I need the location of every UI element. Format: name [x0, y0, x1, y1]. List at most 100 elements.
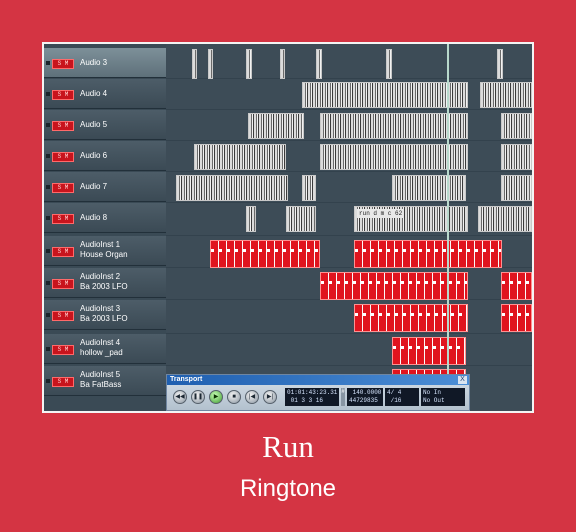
mute-solo-button[interactable]: S M	[52, 59, 74, 69]
track-name: AudioInst 2 Ba 2003 LFO	[80, 272, 128, 291]
track-name: Audio 7	[80, 182, 108, 191]
ringtone-title: Run	[262, 429, 314, 464]
mute-solo-button[interactable]: S M	[52, 279, 74, 289]
track-list: S M Audio 3 S M Audio 4 S M Audio 5 S M …	[44, 44, 166, 411]
audio-clip[interactable]	[478, 206, 532, 232]
track-name: Audio 8	[80, 213, 108, 222]
track-name: AudioInst 1 House Organ	[80, 240, 128, 259]
clip-label: run d m c 62	[357, 209, 405, 218]
audio-clip[interactable]	[302, 175, 316, 201]
audio-clip[interactable]	[280, 49, 285, 79]
audio-clip[interactable]	[320, 113, 468, 139]
grip-icon[interactable]	[46, 61, 50, 65]
track-audioinst-4[interactable]: S M AudioInst 4 hollow _pad	[44, 334, 166, 364]
playback-cursor[interactable]	[447, 44, 449, 411]
instrument-clip[interactable]	[354, 304, 468, 332]
mute-solo-button[interactable]: S M	[52, 183, 74, 193]
audio-clip[interactable]: run d m c 62	[354, 206, 468, 232]
mute-solo-button[interactable]: S M	[52, 345, 74, 355]
grip-icon[interactable]	[46, 216, 50, 220]
lane-divider	[166, 171, 532, 172]
tempo-display[interactable]: 140.0000 44729835	[347, 388, 383, 406]
sync-status: No In No Out	[421, 388, 465, 406]
mute-solo-button[interactable]: S M	[52, 311, 74, 321]
mute-solo-button[interactable]: S M	[52, 121, 74, 131]
transport-title: Transport	[167, 375, 469, 385]
audio-clip[interactable]	[392, 175, 466, 201]
grip-icon[interactable]	[46, 347, 50, 351]
track-audioinst-2[interactable]: S M AudioInst 2 Ba 2003 LFO	[44, 268, 166, 298]
track-name: Audio 3	[80, 58, 108, 67]
time-display[interactable]: 01:01:43:23.31 01 3 3 16	[285, 388, 339, 406]
audio-clip[interactable]	[194, 144, 286, 170]
audio-clip[interactable]	[497, 49, 503, 79]
audio-clip[interactable]	[192, 49, 197, 79]
mute-solo-button[interactable]: S M	[52, 214, 74, 224]
lane-divider	[166, 365, 532, 366]
audio-clip[interactable]	[316, 49, 322, 79]
grip-icon[interactable]	[46, 185, 50, 189]
track-audio-7[interactable]: S M Audio 7	[44, 172, 166, 202]
audio-clip[interactable]	[386, 49, 392, 79]
track-audio-3[interactable]: S M Audio 3	[44, 48, 166, 78]
instrument-clip[interactable]	[210, 240, 320, 268]
track-name: Audio 5	[80, 120, 108, 129]
track-name: Audio 6	[80, 151, 108, 160]
play-button[interactable]: ▶	[209, 390, 223, 404]
grip-icon[interactable]	[46, 123, 50, 127]
screenshot-frame: S M Audio 3 S M Audio 4 S M Audio 5 S M …	[42, 42, 534, 413]
close-button[interactable]: X	[458, 376, 467, 384]
track-audio-6[interactable]: S M Audio 6	[44, 141, 166, 171]
mute-solo-button[interactable]: S M	[52, 377, 74, 387]
mute-solo-button[interactable]: S M	[52, 152, 74, 162]
instrument-clip[interactable]	[501, 304, 532, 332]
lane-divider	[166, 235, 532, 236]
audio-clip[interactable]	[501, 175, 532, 201]
track-audio-5[interactable]: S M Audio 5	[44, 110, 166, 140]
lane-divider	[166, 140, 532, 141]
audio-clip[interactable]	[501, 144, 532, 170]
lane-divider	[166, 78, 532, 79]
track-audio-4[interactable]: S M Audio 4	[44, 79, 166, 109]
audio-clip[interactable]	[302, 82, 468, 108]
next-button[interactable]: ▶|	[263, 390, 277, 404]
audio-clip[interactable]	[246, 206, 256, 232]
grip-icon[interactable]	[46, 249, 50, 253]
arrangement-area[interactable]: run d m c 62	[166, 44, 532, 411]
track-audioinst-3[interactable]: S M AudioInst 3 Ba 2003 LFO	[44, 300, 166, 330]
audio-clip[interactable]	[286, 206, 316, 232]
grip-icon[interactable]	[46, 379, 50, 383]
lane-divider	[166, 202, 532, 203]
audio-clip[interactable]	[320, 144, 468, 170]
instrument-clip[interactable]	[392, 337, 466, 365]
instrument-clip[interactable]	[354, 240, 502, 268]
pause-button[interactable]: ❚❚	[191, 390, 205, 404]
track-name: Audio 4	[80, 89, 108, 98]
grip-icon[interactable]	[46, 154, 50, 158]
signature-display[interactable]: 4/ 4 /16	[385, 388, 419, 406]
track-audioinst-5[interactable]: S M AudioInst 5 Ba FatBass	[44, 366, 166, 396]
previous-button[interactable]: |◀	[245, 390, 259, 404]
audio-clip[interactable]	[480, 82, 532, 108]
tempo-toggle[interactable]: #	[341, 388, 345, 406]
stop-button[interactable]: ■	[227, 390, 241, 404]
grip-icon[interactable]	[46, 92, 50, 96]
instrument-clip[interactable]	[320, 272, 468, 300]
track-name: AudioInst 3 Ba 2003 LFO	[80, 304, 128, 323]
rewind-button[interactable]: ◀◀	[173, 390, 187, 404]
audio-clip[interactable]	[246, 49, 252, 79]
audio-clip[interactable]	[176, 175, 288, 201]
audio-clip[interactable]	[208, 49, 213, 79]
track-audio-8[interactable]: S M Audio 8	[44, 203, 166, 233]
grip-icon[interactable]	[46, 281, 50, 285]
audio-clip[interactable]	[501, 113, 532, 139]
track-name: AudioInst 4 hollow _pad	[80, 338, 123, 357]
transport-panel: Transport X ◀◀ ❚❚ ▶ ■ |◀ ▶| 01:01:43:23.…	[166, 374, 470, 411]
instrument-clip[interactable]	[501, 272, 532, 300]
grip-icon[interactable]	[46, 313, 50, 317]
mute-solo-button[interactable]: S M	[52, 247, 74, 257]
audio-clip[interactable]	[248, 113, 304, 139]
track-audioinst-1[interactable]: S M AudioInst 1 House Organ	[44, 236, 166, 266]
mute-solo-button[interactable]: S M	[52, 90, 74, 100]
lane-divider	[166, 333, 532, 334]
